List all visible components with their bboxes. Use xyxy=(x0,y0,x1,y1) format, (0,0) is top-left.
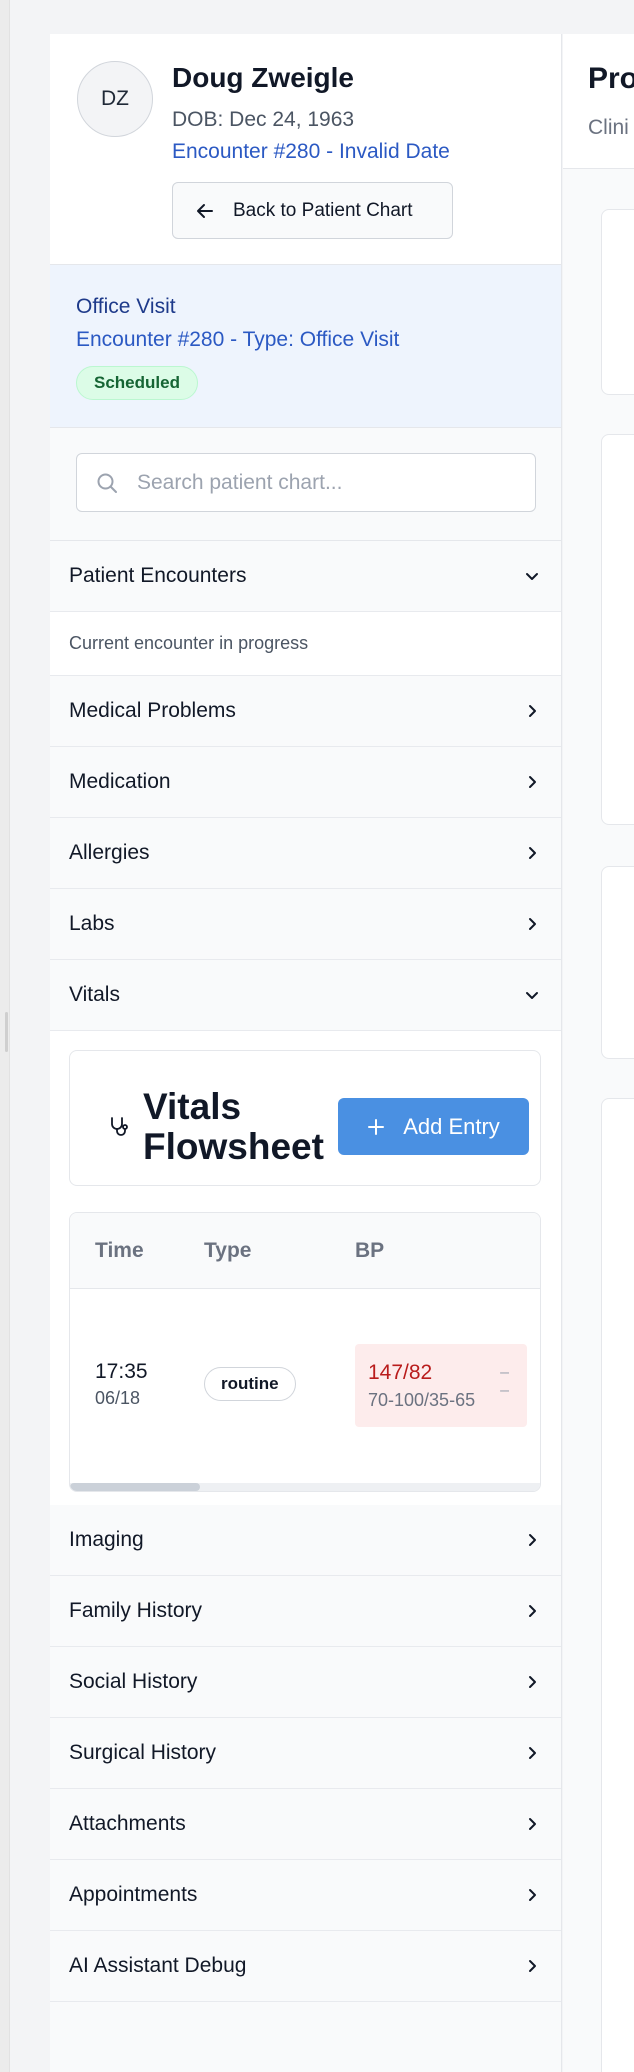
horizontal-scrollbar[interactable] xyxy=(70,1483,540,1491)
vitals-flowsheet-header: Vitals Flowsheet Add Entry xyxy=(69,1050,541,1186)
content-card xyxy=(601,1098,634,2072)
nav-allergies[interactable]: Allergies xyxy=(50,818,561,889)
nav-label: Patient Encounters xyxy=(69,564,247,587)
vitals-panel: Vitals Flowsheet Add Entry Time Type BP … xyxy=(50,1031,561,1505)
arrow-left-icon xyxy=(195,201,215,221)
search-box[interactable] xyxy=(76,453,536,512)
chevron-right-icon xyxy=(523,915,541,933)
chevron-right-icon xyxy=(523,702,541,720)
avatar: DZ xyxy=(77,61,153,137)
chevron-right-icon xyxy=(523,1886,541,1904)
resize-handle[interactable] xyxy=(5,1012,8,1052)
vitals-table: Time Type BP 17:35 06/18 routine 147/82 … xyxy=(69,1212,541,1492)
nav-medical-problems[interactable]: Medical Problems xyxy=(50,676,561,747)
table-header: Time Type BP xyxy=(70,1213,540,1289)
encounter-subtitle: Encounter #280 - Type: Office Visit xyxy=(76,328,400,351)
nav-label: Vitals xyxy=(69,983,120,1006)
nav-patient-encounters[interactable]: Patient Encounters xyxy=(50,541,561,612)
main-header: Pro Clini xyxy=(563,34,634,169)
nav-label: Allergies xyxy=(69,841,150,864)
encounter-title: Office Visit xyxy=(76,295,176,318)
column-header-time[interactable]: Time xyxy=(95,1239,144,1263)
nav-label: Appointments xyxy=(69,1883,198,1906)
nav-appointments[interactable]: Appointments xyxy=(50,1860,561,1931)
patient-header: DZ Doug Zweigle DOB: Dec 24, 1963 Encoun… xyxy=(50,34,561,265)
current-encounter-box: Office Visit Encounter #280 - Type: Offi… xyxy=(50,265,561,428)
encounter-link[interactable]: Encounter #280 - Invalid Date xyxy=(172,140,450,164)
chevron-right-icon xyxy=(523,1744,541,1762)
status-badge: Scheduled xyxy=(76,366,198,400)
title-line-1: Vitals xyxy=(143,1086,242,1127)
chevron-right-icon xyxy=(523,1957,541,1975)
chevron-down-icon xyxy=(523,986,541,1004)
bp-range: 70-100/35-65 xyxy=(368,1390,476,1410)
column-header-type[interactable]: Type xyxy=(204,1239,251,1263)
chevron-down-icon xyxy=(523,567,541,585)
nav-imaging[interactable]: Imaging xyxy=(50,1505,561,1576)
bp-cell: 147/82 70-100/35-65 – – xyxy=(355,1344,527,1427)
nav-medication[interactable]: Medication xyxy=(50,747,561,818)
nav-labs[interactable]: Labs xyxy=(50,889,561,960)
nav-label: Medical Problems xyxy=(69,699,236,722)
content-card xyxy=(601,209,634,395)
nav-label: Social History xyxy=(69,1670,198,1693)
nav-label: Attachments xyxy=(69,1812,186,1835)
nav-label: Medication xyxy=(69,770,171,793)
nav-surgical-history[interactable]: Surgical History xyxy=(50,1718,561,1789)
main-title: Pro xyxy=(588,62,634,95)
back-button-label: Back to Patient Chart xyxy=(233,199,413,221)
scrollbar-thumb[interactable] xyxy=(70,1483,200,1491)
row-date: 06/18 xyxy=(95,1388,141,1408)
row-time: 17:35 xyxy=(95,1360,148,1383)
chevron-right-icon xyxy=(523,1531,541,1549)
patient-name: Doug Zweigle xyxy=(172,62,354,93)
add-entry-label: Add Entry xyxy=(403,1113,500,1139)
back-to-chart-button[interactable]: Back to Patient Chart xyxy=(172,182,453,239)
chevron-right-icon xyxy=(523,773,541,791)
title-line-2: Flowsheet xyxy=(143,1126,324,1167)
patient-dob: DOB: Dec 24, 1963 xyxy=(172,108,355,131)
table-row[interactable]: 17:35 06/18 routine 147/82 70-100/35-65 … xyxy=(70,1289,540,1484)
nav-label: Imaging xyxy=(69,1528,144,1551)
bp-value: 147/82 xyxy=(368,1361,433,1384)
chevron-right-icon xyxy=(523,1673,541,1691)
stethoscope-icon xyxy=(108,1116,130,1143)
nav-label: Labs xyxy=(69,912,115,935)
content-card xyxy=(601,866,634,1059)
nav-label: Surgical History xyxy=(69,1741,217,1764)
nav-social-history[interactable]: Social History xyxy=(50,1647,561,1718)
nav-attachments[interactable]: Attachments xyxy=(50,1789,561,1860)
plus-icon xyxy=(367,1118,385,1136)
patient-sidebar: DZ Doug Zweigle DOB: Dec 24, 1963 Encoun… xyxy=(50,34,562,2072)
main-content: Pro Clini xyxy=(563,34,634,2072)
search-icon xyxy=(95,471,119,495)
chevron-right-icon xyxy=(523,1815,541,1833)
main-subtitle: Clini xyxy=(588,116,629,139)
nav-vitals[interactable]: Vitals xyxy=(50,960,561,1031)
nav-ai-assistant-debug[interactable]: AI Assistant Debug xyxy=(50,1931,561,2002)
column-header-bp[interactable]: BP xyxy=(355,1239,384,1263)
nav-label: AI Assistant Debug xyxy=(69,1954,247,1977)
trend-dash-icon: – – xyxy=(500,1364,509,1399)
content-card xyxy=(601,434,634,825)
current-encounter-note: Current encounter in progress xyxy=(50,612,561,676)
add-entry-button[interactable]: Add Entry xyxy=(338,1098,529,1155)
vitals-flowsheet-title: Vitals Flowsheet xyxy=(143,1087,324,1167)
row-type-badge: routine xyxy=(204,1367,296,1401)
nav-family-history[interactable]: Family History xyxy=(50,1576,561,1647)
chevron-right-icon xyxy=(523,844,541,862)
nav-label: Family History xyxy=(69,1599,203,1622)
search-section xyxy=(50,428,561,541)
search-input[interactable] xyxy=(137,470,507,495)
resize-edge[interactable] xyxy=(0,0,10,2072)
chevron-right-icon xyxy=(523,1602,541,1620)
